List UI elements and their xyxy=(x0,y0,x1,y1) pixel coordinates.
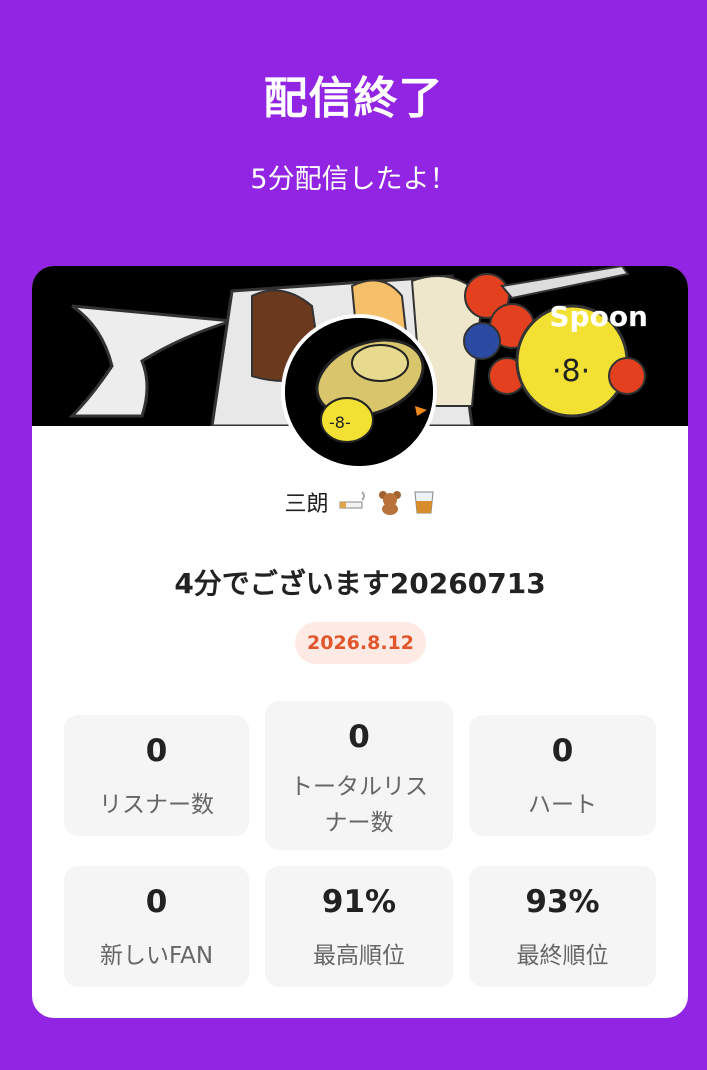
username-text: 三朗 xyxy=(284,492,329,517)
cigarette-icon xyxy=(338,490,368,520)
stat-hearts: 0 ハート xyxy=(469,715,656,836)
stat-new-fans: 0 新しいFAN xyxy=(64,866,249,987)
stat-label: 新しいFAN xyxy=(99,943,214,969)
stat-highest-rank: 91% 最高順位 xyxy=(265,866,453,987)
stat-value: 0 xyxy=(348,719,370,755)
avatar[interactable]: -8- xyxy=(281,314,437,470)
date-badge: 2026.8.12 xyxy=(295,622,426,664)
stat-label: 最高順位 xyxy=(313,943,405,969)
stat-value: 93% xyxy=(525,884,600,920)
stat-label: トータルリスナー数 xyxy=(290,774,428,836)
stat-value: 0 xyxy=(145,733,168,769)
stat-label: ハート xyxy=(528,792,597,818)
teddy-bear-icon xyxy=(377,489,403,521)
summary-card: ·8· Spoon -8- 三朗 4分でございます20260713 2026.8… xyxy=(32,266,688,1018)
stat-value: 0 xyxy=(551,733,574,769)
stat-label: リスナー数 xyxy=(99,792,214,818)
username: 三朗 xyxy=(32,486,688,521)
stat-label: 最終順位 xyxy=(516,943,609,969)
page-subtitle: 5分配信したよ！ xyxy=(250,164,457,195)
svg-text:·8·: ·8· xyxy=(552,354,590,389)
spoon-logo: Spoon xyxy=(549,300,648,333)
whisky-glass-icon xyxy=(412,489,436,521)
stat-total-listeners: 0 トータルリスナー数 xyxy=(265,701,453,850)
stat-value: 91% xyxy=(321,884,397,920)
stat-final-rank: 93% 最終順位 xyxy=(469,866,656,987)
page-title: 配信終了 xyxy=(263,73,444,124)
stat-listeners: 0 リスナー数 xyxy=(64,715,249,836)
live-title: 4分でございます20260713 xyxy=(174,567,546,600)
chick-with-hat-avatar: -8- xyxy=(285,318,433,466)
svg-text:-8-: -8- xyxy=(329,413,351,432)
stat-value: 0 xyxy=(145,884,168,920)
